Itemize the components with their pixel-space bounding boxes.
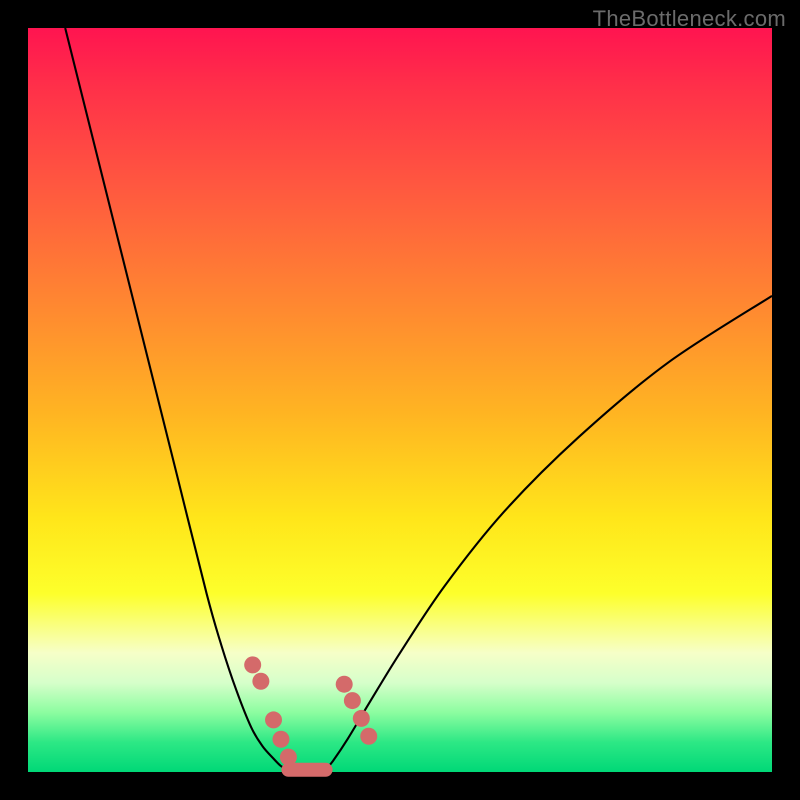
attribution-watermark: TheBottleneck.com — [593, 6, 786, 32]
chart-plot-area — [28, 28, 772, 772]
